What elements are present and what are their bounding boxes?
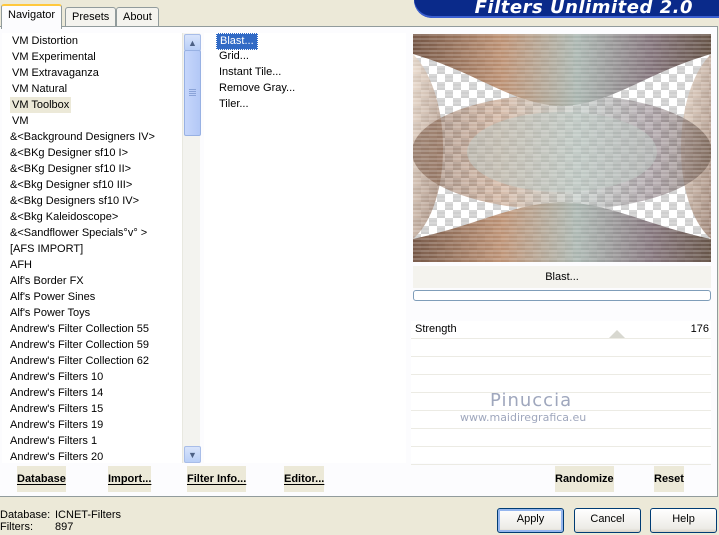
category-item[interactable]: Andrew's Filters 19 [8, 417, 105, 433]
category-item[interactable]: VM [10, 113, 31, 129]
category-item[interactable]: Andrew's Filter Collection 55 [8, 321, 151, 337]
category-item[interactable]: Andrew's Filters 10 [8, 369, 105, 385]
filter-info-button[interactable]: Filter Info... [187, 466, 247, 492]
scroll-up-button[interactable]: ▲ [184, 34, 201, 51]
apply-button[interactable]: Apply [497, 508, 564, 533]
category-item[interactable]: &<Background Designers IV> [8, 129, 157, 145]
category-item[interactable]: &<Sandflower Specials°v° > [8, 225, 149, 241]
help-button[interactable]: Help [650, 508, 717, 533]
filter-name-label: Blast... [413, 266, 711, 288]
reset-button[interactable]: Reset [654, 466, 684, 492]
tab-about[interactable]: About [116, 7, 159, 27]
category-item[interactable]: Andrew's Filters 14 [8, 385, 105, 401]
category-item[interactable]: VM Natural [10, 81, 69, 97]
category-item[interactable]: AFH [8, 257, 34, 273]
grip-icon [189, 89, 196, 97]
chevron-down-icon: ▼ [188, 449, 197, 460]
filter-item[interactable]: Instant Tile... [216, 65, 284, 80]
cancel-button[interactable]: Cancel [574, 508, 641, 533]
randomize-button[interactable]: Randomize [555, 466, 614, 492]
tab-navigator[interactable]: Navigator [1, 4, 63, 29]
scroll-thumb[interactable] [184, 50, 201, 136]
category-item[interactable]: Andrew's Filters 15 [8, 401, 105, 417]
param-row [411, 447, 711, 465]
category-item[interactable]: Alf's Power Sines [8, 289, 97, 305]
param-row [411, 429, 711, 447]
category-item[interactable]: &<BKg Designer sf10 II> [8, 161, 133, 177]
strength-label: Strength [415, 323, 457, 335]
category-item[interactable]: Alf's Border FX [8, 273, 86, 289]
header-banner: Filters Unlimited 2.0 [414, 0, 719, 18]
tab-presets[interactable]: Presets [65, 7, 117, 27]
filter-item[interactable]: Blast... [216, 33, 258, 50]
category-scrollbar[interactable]: ▲ ▼ [182, 33, 201, 463]
watermark-url: www.maidiregrafica.eu [460, 411, 587, 424]
param-row [411, 339, 711, 357]
category-item[interactable]: &<BKg Designer sf10 I> [8, 145, 130, 161]
app-title: Filters Unlimited 2.0 [474, 0, 693, 18]
filters-status-label: Filters: [0, 521, 33, 533]
category-item[interactable]: &<Bkg Designers sf10 IV> [8, 193, 141, 209]
category-item[interactable]: Alf's Power Toys [8, 305, 92, 321]
param-row [411, 357, 711, 375]
filter-item[interactable]: Grid... [216, 49, 252, 64]
category-item[interactable]: &<Bkg Designer sf10 III> [8, 177, 134, 193]
filters-status-value: 897 [55, 521, 74, 533]
database-status-label: Database: [0, 509, 51, 521]
category-item[interactable]: Andrew's Filter Collection 59 [8, 337, 151, 353]
category-item[interactable]: VM Distortion [10, 33, 80, 49]
editor-button[interactable]: Editor... [284, 466, 325, 492]
strength-value: 176 [690, 323, 709, 335]
watermark-name: Pinuccia [490, 390, 573, 411]
preview-image[interactable] [413, 34, 711, 262]
slider-thumb-icon[interactable] [609, 330, 625, 338]
category-item[interactable]: &<Bkg Kaleidoscope> [8, 209, 120, 225]
category-item[interactable]: VM Experimental [10, 49, 98, 65]
filter-item[interactable]: Remove Gray... [216, 81, 298, 96]
chevron-up-icon: ▲ [188, 37, 197, 48]
import-button[interactable]: Import... [108, 466, 152, 492]
category-item[interactable]: VM Extravaganza [10, 65, 101, 81]
category-item[interactable]: Andrew's Filter Collection 62 [8, 353, 151, 369]
database-button[interactable]: Database [17, 466, 66, 492]
scroll-down-button[interactable]: ▼ [184, 446, 201, 463]
category-item[interactable]: VM Toolbox [10, 97, 72, 113]
progress-bar [413, 290, 711, 301]
category-item[interactable]: Andrew's Filters 1 [8, 433, 99, 449]
filter-item[interactable]: Tiler... [216, 97, 252, 112]
database-status-value: ICNET-Filters [55, 509, 121, 521]
strength-slider[interactable]: Strength 176 [411, 321, 711, 339]
category-item[interactable]: Andrew's Filters 20 [8, 449, 105, 465]
preview-art [413, 34, 711, 262]
category-item[interactable]: [AFS IMPORT] [8, 241, 85, 257]
